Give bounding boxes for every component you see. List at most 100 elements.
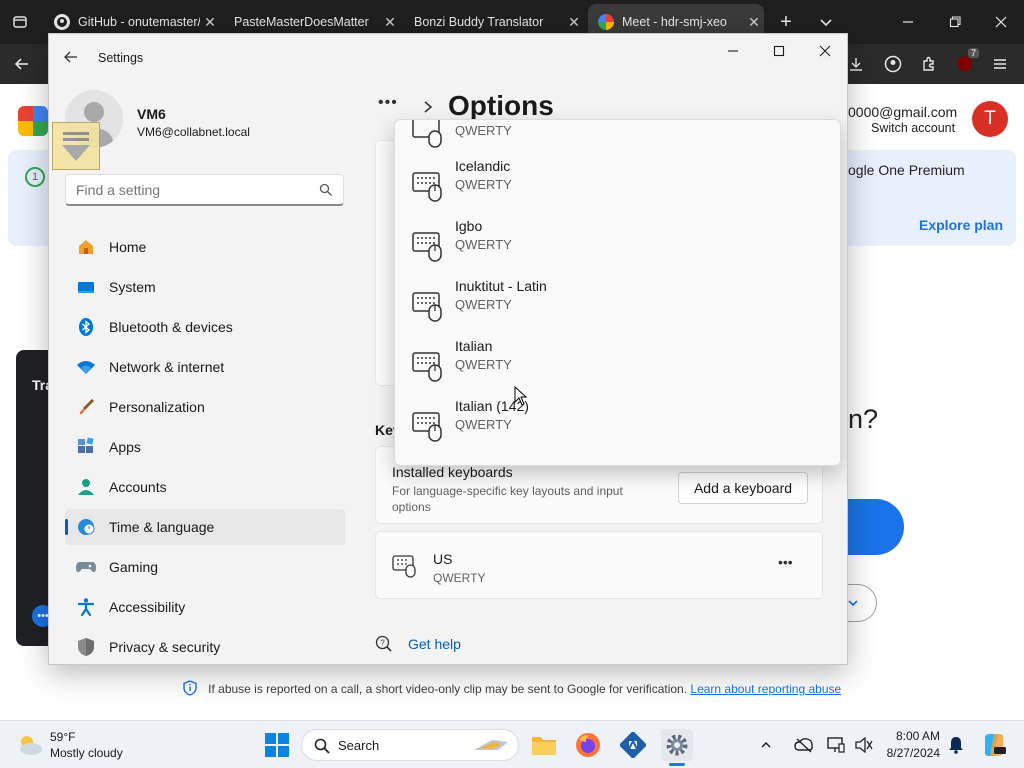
explore-plan-link[interactable]: Explore plan (919, 217, 1003, 233)
cloudy-weather-icon (20, 736, 42, 755)
avatar[interactable]: T (972, 101, 1008, 137)
display-icon[interactable] (824, 729, 848, 761)
window-title: Settings (98, 51, 144, 65)
keyboard-icon (392, 555, 416, 578)
keyboard-icon (412, 172, 442, 202)
download-overlay-icon (52, 122, 100, 170)
sidebar-item-gaming[interactable]: Gaming (65, 549, 345, 585)
sidebar-item-bluetooth[interactable]: Bluetooth & devices (65, 309, 345, 345)
sidebar-item-home[interactable]: Home (65, 229, 345, 265)
sidebar-item-label: Accessibility (109, 599, 186, 615)
clock-date[interactable]: 8/27/2024 (866, 746, 940, 760)
list-item-italian[interactable]: Italian QWERTY (395, 338, 840, 398)
minimize-icon[interactable] (727, 44, 743, 60)
notification-bell-icon[interactable] (944, 729, 968, 761)
installed-keyboards-title: Installed keyboards (392, 464, 513, 480)
list-item-icelandic[interactable]: Icelandic QWERTY (395, 158, 840, 218)
close-tab-icon[interactable]: ✕ (744, 14, 764, 31)
shield-icon (75, 636, 97, 658)
restore-icon[interactable] (941, 8, 969, 36)
close-tab-icon[interactable]: ✕ (200, 14, 220, 31)
weather-temp: 59°F (50, 730, 76, 744)
keyboard-layout: QWERTY (455, 177, 512, 192)
system-icon (75, 276, 97, 298)
back-arrow-icon[interactable] (8, 50, 36, 78)
keyboard-icon (412, 412, 442, 442)
clock-time[interactable]: 8:00 AM (880, 729, 940, 743)
add-keyboard-button[interactable]: Add a keyboard (678, 472, 808, 504)
wifi-icon (75, 356, 97, 378)
copilot-icon[interactable] (978, 729, 1010, 761)
extensions-icon[interactable] (915, 50, 943, 78)
more-options-icon[interactable]: ••• (778, 554, 793, 570)
keyboard-layout: QWERTY (455, 123, 512, 138)
taskbar-search-label: Search (338, 738, 380, 753)
breadcrumb-more-button[interactable]: ••• (378, 94, 398, 112)
close-window-icon[interactable] (819, 44, 835, 60)
apps-icon (75, 436, 97, 458)
sidebar-item-apps[interactable]: Apps (65, 429, 345, 465)
list-item-italian-142[interactable]: Italian (142) QWERTY (395, 398, 840, 458)
accessibility-icon (75, 596, 97, 618)
chevron-up-icon[interactable] (756, 729, 776, 761)
keyboard-icon (412, 352, 442, 382)
sidebar-item-network[interactable]: Network & internet (65, 349, 345, 385)
maximize-icon[interactable] (773, 44, 789, 60)
keyboard-icon (412, 232, 442, 262)
menu-icon[interactable] (986, 50, 1014, 78)
sidebar-item-accounts[interactable]: Accounts (65, 469, 345, 505)
keyboard-icon (412, 120, 442, 148)
switch-account-link[interactable]: Switch account (871, 121, 955, 135)
keyboard-dropdown-list[interactable]: QWERTY Icelandic QWERTY Igbo QWERTY Inuk… (394, 119, 841, 466)
tab-title: Meet - hdr-smj-xeo (622, 15, 727, 29)
keyboard-layout: QWERTY (455, 237, 512, 252)
tab-title: PasteMasterDoesMatter (234, 15, 369, 29)
abuse-notice: If abuse is reported on a call, a short … (0, 680, 1024, 696)
list-item-igbo[interactable]: Igbo QWERTY (395, 218, 840, 278)
banner-text: ogle One Premium (848, 162, 965, 178)
close-tab-icon[interactable]: ✕ (380, 14, 400, 31)
svg-text:?: ? (380, 639, 385, 648)
weather-widget[interactable]: 59°F Mostly cloudy (14, 727, 144, 763)
search-icon (314, 738, 330, 754)
start-button[interactable] (261, 729, 293, 761)
chevron-down-icon[interactable] (812, 8, 840, 36)
new-tab-icon[interactable]: + (772, 8, 800, 36)
firefox-icon[interactable] (572, 729, 604, 761)
search-input[interactable] (76, 181, 306, 199)
sidebar-item-time-language[interactable]: Time & language (65, 509, 345, 545)
account-icon (75, 476, 97, 498)
page-title: Options (448, 90, 554, 121)
taskbar-search[interactable]: Search (301, 729, 519, 761)
account-circle-icon[interactable] (879, 50, 907, 78)
sidebar-item-accessibility[interactable]: Accessibility (65, 589, 345, 625)
close-tab-icon[interactable]: ✕ (564, 14, 584, 31)
network-app-icon[interactable] (617, 729, 649, 761)
sidebar-item-system[interactable]: System (65, 269, 345, 305)
minimize-icon[interactable] (894, 8, 922, 36)
abuse-notice-text: If abuse is reported on a call, a short … (208, 682, 688, 696)
brush-icon (75, 396, 97, 418)
sidebar-item-personalization[interactable]: Personalization (65, 389, 345, 425)
search-icon[interactable] (319, 183, 333, 197)
keyboard-row-us[interactable]: US QWERTY ••• (375, 531, 823, 599)
list-item-inuktitut-latin[interactable]: Inuktitut - Latin QWERTY (395, 278, 840, 338)
cloud-offline-icon[interactable] (792, 729, 816, 761)
sidebar-item-label: Bluetooth & devices (109, 319, 233, 335)
file-explorer-icon[interactable] (528, 729, 560, 761)
sidebar-item-label: Apps (109, 439, 141, 455)
tab-actions-icon[interactable] (6, 8, 34, 36)
search-box[interactable] (65, 174, 344, 206)
keyboard-name: US (433, 551, 453, 567)
learn-reporting-abuse-link[interactable]: Learn about reporting abuse (690, 682, 841, 696)
ublock-icon[interactable]: 7 (951, 48, 979, 78)
get-help-link[interactable]: Get help (408, 636, 461, 652)
installed-keyboards-description: For language-specific key layouts and in… (392, 484, 623, 514)
keyboard-name: Inuktitut - Latin (455, 278, 547, 294)
back-arrow-icon[interactable] (63, 50, 83, 66)
keyboard-layout: QWERTY (455, 297, 512, 312)
settings-app-icon[interactable] (661, 729, 693, 766)
account-email: 0000@gmail.com (848, 104, 958, 120)
close-window-icon[interactable] (987, 8, 1015, 36)
sidebar-item-privacy[interactable]: Privacy & security (65, 629, 345, 664)
